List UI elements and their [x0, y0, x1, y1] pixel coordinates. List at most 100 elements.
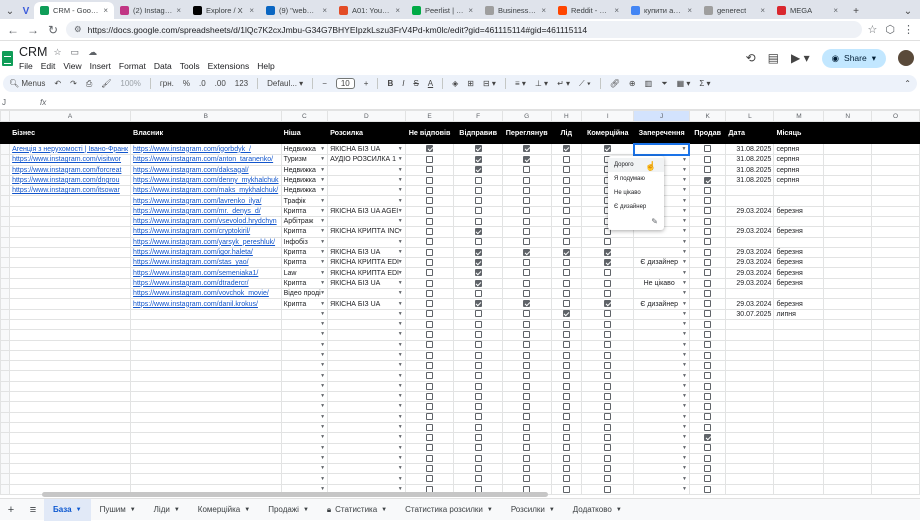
- collapse-toolbar-icon[interactable]: ⌃: [904, 79, 911, 88]
- empty-cell[interactable]: [9, 473, 132, 485]
- objection-cell[interactable]: ▼ Не цікаво: [633, 277, 690, 290]
- checkbox[interactable]: [604, 444, 612, 452]
- objection-cell[interactable]: ▼: [633, 329, 690, 341]
- sheet-tab[interactable]: Пушим ▼: [91, 499, 145, 521]
- checkbox-cell[interactable]: [404, 174, 455, 187]
- empty-cell[interactable]: [773, 370, 825, 382]
- business-cell[interactable]: [9, 257, 132, 269]
- star-icon[interactable]: ☆: [53, 47, 64, 58]
- checkbox[interactable]: [426, 454, 434, 462]
- empty-cell[interactable]: [773, 329, 825, 341]
- dropdown-arrow-icon[interactable]: ▼: [320, 341, 325, 349]
- checkbox[interactable]: [426, 372, 434, 380]
- checkbox-cell[interactable]: [688, 349, 727, 362]
- dropdown-arrow-icon[interactable]: ▼: [682, 197, 687, 205]
- checkbox[interactable]: [562, 310, 570, 318]
- checkbox-cell[interactable]: [688, 473, 727, 485]
- checkbox-cell[interactable]: [404, 236, 455, 248]
- empty-cell[interactable]: [871, 421, 920, 434]
- checkbox-cell[interactable]: [453, 318, 503, 331]
- checkbox[interactable]: [474, 434, 482, 442]
- business-cell[interactable]: [9, 246, 132, 259]
- checkbox-cell[interactable]: [688, 411, 727, 423]
- mailing-cell[interactable]: ▼: [327, 215, 406, 228]
- dropdown-arrow-icon[interactable]: ▼: [682, 382, 687, 390]
- checkbox[interactable]: [704, 475, 712, 483]
- checkbox-cell[interactable]: [550, 401, 583, 413]
- name-box[interactable]: J: [0, 98, 40, 107]
- checkbox-cell[interactable]: [550, 421, 583, 434]
- browser-tab[interactable]: Explore / X ×: [187, 2, 260, 19]
- checkbox-cell[interactable]: [550, 442, 583, 454]
- niche-cell[interactable]: ▼: [280, 463, 329, 475]
- dropdown-arrow-icon[interactable]: ▼: [320, 465, 325, 473]
- dropdown-arrow-icon[interactable]: ▼: [398, 362, 403, 370]
- row-number[interactable]: [0, 401, 11, 413]
- checkbox-cell[interactable]: [404, 401, 455, 413]
- owner-link-cell[interactable]: https://www.instagram.com/maks_mykhalchu…: [130, 185, 282, 197]
- dropdown-arrow-icon[interactable]: ▼: [682, 259, 687, 267]
- date-cell[interactable]: 31.08.2025: [725, 164, 775, 176]
- checkbox-cell[interactable]: [404, 143, 455, 155]
- dropdown-arrow-icon[interactable]: ▼: [398, 187, 403, 195]
- empty-cell[interactable]: [871, 205, 920, 217]
- owner-link-cell[interactable]: https://www.instagram.com/vovchok_movie/: [130, 288, 282, 300]
- checkbox-cell[interactable]: [581, 452, 635, 465]
- checkbox-cell[interactable]: [404, 205, 455, 217]
- dropdown-arrow-icon[interactable]: ▼: [682, 166, 687, 174]
- checkbox[interactable]: [562, 238, 570, 246]
- row-number[interactable]: [0, 215, 11, 228]
- checkbox[interactable]: [704, 300, 712, 308]
- checkbox[interactable]: [704, 331, 712, 339]
- niche-cell[interactable]: ▼ Туризм: [280, 154, 329, 166]
- checkbox[interactable]: [604, 300, 612, 308]
- dropdown-arrow-icon[interactable]: ▼: [682, 341, 687, 349]
- checkbox[interactable]: [604, 248, 612, 256]
- dropdown-arrow-icon[interactable]: ▼: [682, 403, 687, 411]
- empty-cell[interactable]: [9, 411, 132, 423]
- checkbox[interactable]: [704, 464, 712, 472]
- checkbox[interactable]: [474, 361, 482, 369]
- empty-cell[interactable]: [725, 360, 775, 372]
- month-cell[interactable]: березня: [773, 267, 825, 279]
- sheet-tab[interactable]: Статистика розсилки ▼: [396, 499, 502, 521]
- empty-cell[interactable]: [871, 380, 920, 393]
- month-cell[interactable]: березня: [773, 298, 825, 310]
- row-number[interactable]: [0, 277, 11, 290]
- month-cell[interactable]: липня: [773, 308, 825, 320]
- dropdown-arrow-icon[interactable]: ▼: [398, 290, 403, 298]
- empty-cell[interactable]: [130, 380, 282, 393]
- checkbox-cell[interactable]: [550, 308, 583, 320]
- empty-cell[interactable]: [9, 339, 132, 351]
- checkbox[interactable]: [426, 166, 434, 174]
- checkbox[interactable]: [604, 485, 612, 493]
- checkbox[interactable]: [474, 248, 482, 256]
- checkbox-cell[interactable]: [404, 308, 455, 320]
- empty-cell[interactable]: [823, 463, 873, 475]
- business-cell[interactable]: https://www.instagram.com/itsowar: [9, 185, 132, 197]
- objection-cell[interactable]: ▼: [633, 267, 690, 279]
- menu-edit[interactable]: Edit: [41, 61, 56, 71]
- menu-extensions[interactable]: Extensions: [208, 61, 250, 71]
- dropdown-option[interactable]: Я подумаю: [608, 172, 664, 186]
- checkbox[interactable]: [562, 423, 570, 431]
- checkbox-cell[interactable]: [501, 154, 552, 166]
- niche-cell[interactable]: ▼ Крипта: [280, 277, 329, 290]
- checkbox-cell[interactable]: [581, 308, 635, 320]
- checkbox[interactable]: [604, 361, 612, 369]
- checkbox[interactable]: [523, 413, 531, 421]
- dropdown-arrow-icon[interactable]: ▼: [320, 197, 325, 205]
- checkbox[interactable]: [426, 413, 434, 421]
- checkbox-cell[interactable]: [404, 298, 455, 310]
- checkbox-cell[interactable]: [404, 246, 455, 259]
- chevron-down-icon[interactable]: ▼: [549, 507, 555, 513]
- checkbox[interactable]: [562, 372, 570, 380]
- dropdown-arrow-icon[interactable]: ▼: [398, 423, 403, 431]
- checkbox[interactable]: [604, 289, 612, 297]
- strikethrough-icon[interactable]: S: [413, 79, 418, 88]
- empty-cell[interactable]: [725, 442, 775, 454]
- mailing-cell[interactable]: ▼: [327, 329, 406, 341]
- checkbox[interactable]: [523, 464, 531, 472]
- empty-cell[interactable]: [823, 164, 873, 176]
- sheet-tab[interactable]: 🔒︎ Статистика ▼: [318, 499, 396, 521]
